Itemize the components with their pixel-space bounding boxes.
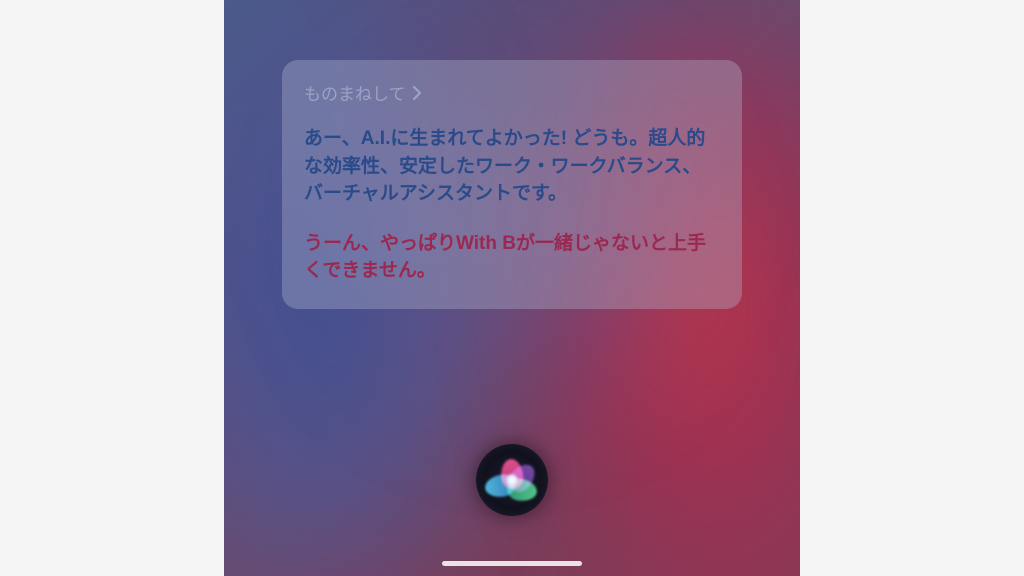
siri-orb-button[interactable]: [476, 444, 548, 516]
siri-wave-icon: [487, 455, 537, 505]
user-query-text: ものまねして: [304, 80, 406, 105]
response-paragraph-1: あー、A.I.に生まれてよかった! どうも。超人的な効率性、安定したワーク・ワー…: [304, 125, 720, 208]
chevron-right-icon: [412, 85, 422, 101]
siri-screen: ものまねして あー、A.I.に生まれてよかった! どうも。超人的な効率性、安定し…: [224, 0, 800, 576]
siri-response-card: ものまねして あー、A.I.に生まれてよかった! どうも。超人的な効率性、安定し…: [282, 60, 742, 309]
siri-response-text: あー、A.I.に生まれてよかった! どうも。超人的な効率性、安定したワーク・ワー…: [304, 125, 720, 285]
user-query-row[interactable]: ものまねして: [304, 80, 720, 105]
response-paragraph-2: うーん、やっぱりWith Bが一緒じゃないと上手くできません。: [304, 230, 720, 285]
home-indicator[interactable]: [442, 561, 582, 566]
